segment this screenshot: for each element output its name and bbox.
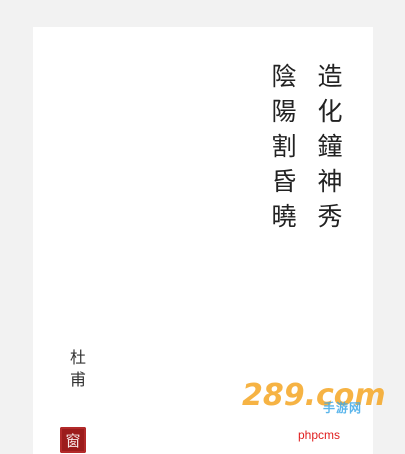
seal-stamp: 窗	[60, 427, 86, 453]
footer-label: phpcms	[298, 428, 341, 442]
poem-author: 杜甫	[67, 349, 86, 393]
poem-body: 造化鐘神秀 陰陽割昏曉	[268, 63, 343, 238]
poem-line-1: 造化鐘神秀	[314, 63, 343, 238]
watermark-logo-text: 289.com	[242, 378, 386, 413]
seal-text: 窗	[65, 431, 81, 450]
poem-line-2: 陰陽割昏曉	[268, 63, 297, 238]
site-watermark-logo: 289.com	[242, 378, 386, 413]
watermark-subtitle: 手游网	[323, 401, 363, 415]
